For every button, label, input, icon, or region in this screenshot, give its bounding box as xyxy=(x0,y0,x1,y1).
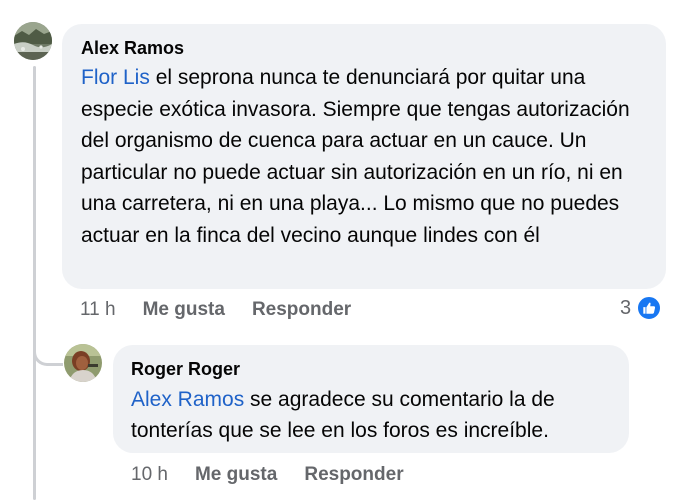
like-button[interactable]: Me gusta xyxy=(195,464,277,486)
avatar[interactable] xyxy=(64,344,102,382)
comment-text: Alex Ramos se agradece su comentario la … xyxy=(131,384,611,446)
avatar[interactable] xyxy=(14,22,52,60)
comment-body: el seprona nunca te denunciará por quita… xyxy=(81,66,630,247)
comment-timestamp[interactable]: 11 h xyxy=(80,299,116,321)
thread-line xyxy=(33,66,36,500)
comment-text: Flor Lis el seprona nunca te denunciará … xyxy=(81,62,647,251)
comment-actions: 10 h Me gusta Responder xyxy=(131,461,404,489)
comment-bubble: Alex Ramos Flor Lis el seprona nunca te … xyxy=(62,24,666,289)
comment-author[interactable]: Alex Ramos xyxy=(81,37,647,59)
reply-button[interactable]: Responder xyxy=(304,464,403,486)
like-button[interactable]: Me gusta xyxy=(143,299,225,321)
mention-link[interactable]: Alex Ramos xyxy=(131,388,244,411)
mention-link[interactable]: Flor Lis xyxy=(81,66,150,89)
landscape-avatar-icon xyxy=(14,22,52,60)
portrait-avatar-icon xyxy=(64,344,102,382)
reaction-count: 3 xyxy=(620,296,632,319)
reply-button[interactable]: Responder xyxy=(252,299,351,321)
reaction-summary[interactable]: 3 xyxy=(620,293,663,323)
comment-author[interactable]: Roger Roger xyxy=(131,358,611,380)
reply-connector-line xyxy=(33,306,63,366)
like-icon xyxy=(636,295,663,321)
comment-timestamp[interactable]: 10 h xyxy=(131,464,168,486)
reply-bubble: Roger Roger Alex Ramos se agradece su co… xyxy=(113,345,629,453)
comment-actions: 11 h Me gusta Responder xyxy=(80,296,351,324)
